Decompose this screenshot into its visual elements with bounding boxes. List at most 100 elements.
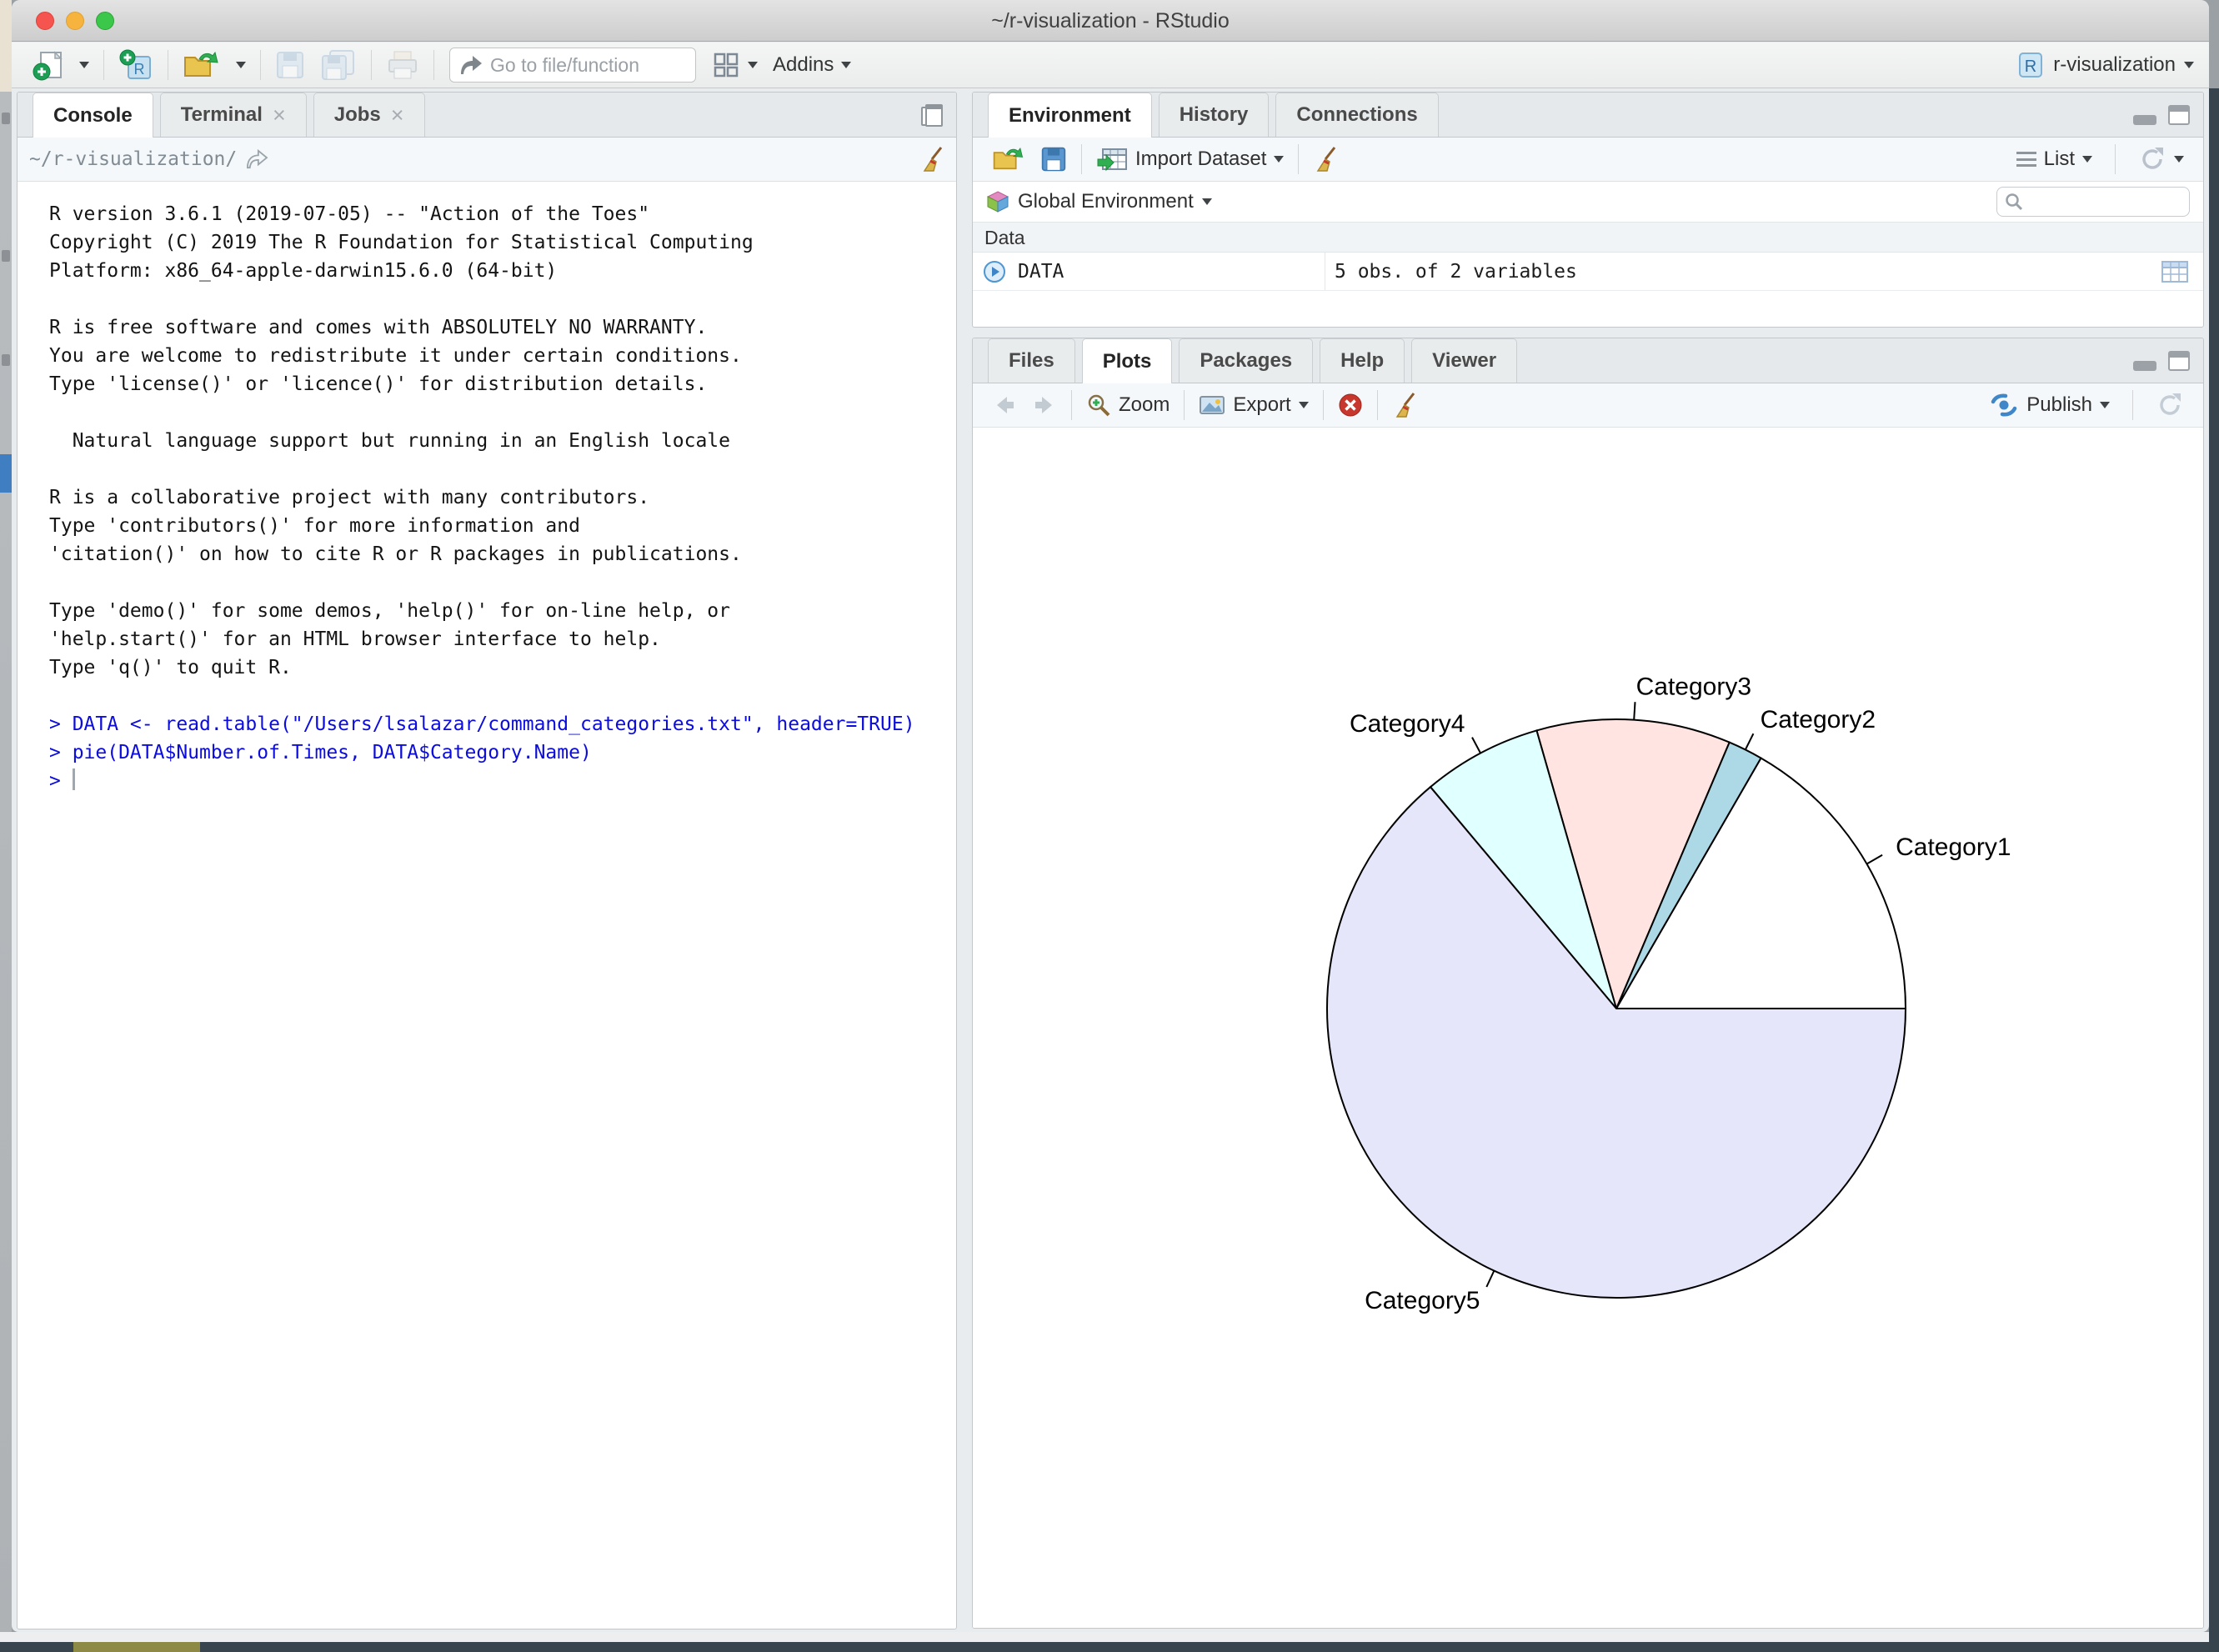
tab-terminal[interactable]: Terminal×: [160, 93, 307, 137]
chevron-down-icon: [1274, 156, 1284, 163]
maximize-pane-icon[interactable]: [2168, 105, 2190, 125]
clear-environment-broom-button[interactable]: [1305, 142, 1345, 177]
tab-jobs[interactable]: Jobs×: [313, 93, 425, 137]
tab-environment[interactable]: Environment: [988, 93, 1152, 138]
tab-help[interactable]: Help: [1320, 338, 1405, 383]
goto-file-input[interactable]: [490, 54, 737, 77]
goto-file-search[interactable]: [449, 48, 696, 83]
svg-text:R: R: [2025, 58, 2036, 76]
save-workspace-button[interactable]: [1033, 142, 1074, 177]
grid-icon: [712, 51, 740, 79]
console-line: [49, 285, 943, 313]
console-line: > DATA <- read.table("/Users/lsalazar/co…: [49, 710, 943, 738]
plot-display-area: Category1Category2Category3Category4Cate…: [973, 428, 2203, 1629]
import-dataset-button[interactable]: Import Dataset: [1089, 142, 1291, 177]
maximize-pane-icon[interactable]: [921, 104, 943, 126]
refresh-environment-button[interactable]: [2131, 142, 2191, 177]
maximize-pane-icon[interactable]: [2168, 351, 2190, 371]
export-label: Export: [1233, 393, 1290, 417]
project-name: r-visualization: [2053, 53, 2176, 77]
environment-object-row[interactable]: DATA 5 obs. of 2 variables: [973, 253, 2203, 291]
tab-plots[interactable]: Plots: [1082, 338, 1173, 383]
refresh-plot-button[interactable]: [2148, 388, 2191, 423]
environment-search-input[interactable]: [2029, 191, 2179, 213]
new-file-button[interactable]: [25, 47, 72, 83]
console-line: R is free software and comes with ABSOLU…: [49, 313, 943, 342]
console-line: [49, 455, 943, 483]
goto-directory-arrow-icon[interactable]: [245, 149, 268, 169]
print-button[interactable]: [378, 47, 427, 83]
tab-packages[interactable]: Packages: [1179, 338, 1313, 383]
console-output[interactable]: R version 3.6.1 (2019-07-05) -- "Action …: [18, 182, 956, 795]
rstudio-window: ~/r-visualization - RStudio R: [12, 0, 2209, 1632]
console-header: ~/r-visualization/: [18, 138, 956, 182]
console-line: 'help.start()' for an HTML browser inter…: [49, 625, 943, 653]
tab-history[interactable]: History: [1159, 93, 1270, 137]
console-line: Natural language support but running in …: [49, 427, 943, 455]
remove-plot-button[interactable]: [1330, 388, 1370, 423]
publish-plot-button[interactable]: Publish: [1981, 388, 2117, 423]
console-tabbar: Console Terminal× Jobs×: [18, 93, 956, 138]
chevron-down-icon: [1299, 402, 1309, 408]
console-line: 'citation()' on how to cite R or R packa…: [49, 540, 943, 568]
publish-label: Publish: [2026, 393, 2092, 417]
open-file-button[interactable]: [175, 47, 228, 83]
delete-icon: [1338, 393, 1363, 418]
new-file-dropdown[interactable]: [72, 47, 97, 83]
clear-all-plots-broom-button[interactable]: [1385, 388, 1425, 423]
chevron-down-icon: [79, 62, 89, 68]
forward-arrow-icon: [1032, 393, 1057, 417]
export-plot-button[interactable]: Export: [1191, 388, 1315, 423]
chevron-down-icon: [236, 62, 246, 68]
view-data-table-icon[interactable]: [2161, 261, 2188, 283]
tab-viewer[interactable]: Viewer: [1411, 338, 1517, 383]
zoom-magnifier-icon: [1086, 393, 1111, 418]
svg-text:R: R: [134, 61, 145, 78]
console-line: You are welcome to redistribute it under…: [49, 342, 943, 370]
close-icon[interactable]: ×: [391, 107, 404, 123]
plots-tabbar: Files Plots Packages Help Viewer: [973, 338, 2203, 383]
tab-connections[interactable]: Connections: [1275, 93, 1438, 137]
environment-view-mode-button[interactable]: List: [2009, 142, 2100, 177]
previous-plot-button[interactable]: [984, 388, 1024, 423]
save-icon: [1040, 146, 1067, 173]
pie-label-tick: [1746, 733, 1754, 749]
new-project-button[interactable]: R: [111, 47, 161, 83]
console-line: [49, 398, 943, 427]
next-plot-button[interactable]: [1024, 388, 1064, 423]
chevron-down-icon: [2082, 156, 2092, 163]
clear-console-broom-icon[interactable]: [919, 146, 944, 173]
new-project-icon: R: [118, 48, 153, 82]
expand-object-icon[interactable]: [983, 260, 1006, 283]
console-line: > pie(DATA$Number.of.Times, DATA$Categor…: [49, 738, 943, 767]
environment-toolbar: Import Dataset List: [973, 138, 2203, 182]
environment-search-box[interactable]: [1996, 187, 2190, 217]
save-icon: [275, 50, 305, 80]
console-line: >: [49, 767, 943, 795]
object-summary: 5 obs. of 2 variables: [1335, 261, 1577, 283]
tab-files[interactable]: Files: [988, 338, 1075, 383]
chevron-down-icon: [2174, 156, 2184, 163]
open-file-dropdown[interactable]: [228, 47, 253, 83]
console-line: Platform: x86_64-apple-darwin15.6.0 (64-…: [49, 257, 943, 285]
tab-console[interactable]: Console: [33, 93, 153, 138]
project-menu-button[interactable]: R r-visualization: [2016, 50, 2194, 80]
save-button[interactable]: [268, 47, 313, 83]
minimize-pane-icon[interactable]: [2133, 115, 2156, 125]
pie-label-Category3: Category3: [1636, 673, 1751, 700]
workspace-panes-button[interactable]: [704, 47, 765, 83]
load-workspace-button[interactable]: [984, 142, 1033, 177]
environment-scope-label: Global Environment: [1018, 190, 1194, 213]
close-icon[interactable]: ×: [273, 107, 286, 123]
plots-toolbar: Zoom Export: [973, 383, 2203, 428]
chevron-down-icon[interactable]: [1202, 198, 1212, 205]
zoom-plot-button[interactable]: Zoom: [1079, 388, 1177, 423]
pie-label-Category4: Category4: [1350, 710, 1465, 738]
addins-button[interactable]: Addins: [765, 47, 859, 83]
pie-label-Category2: Category2: [1761, 706, 1876, 733]
background-window-left-strip: [0, 0, 12, 1652]
minimize-pane-icon[interactable]: [2133, 361, 2156, 371]
pie-label-tick: [1486, 1271, 1494, 1288]
print-icon: [386, 50, 419, 80]
save-all-button[interactable]: [313, 47, 364, 83]
